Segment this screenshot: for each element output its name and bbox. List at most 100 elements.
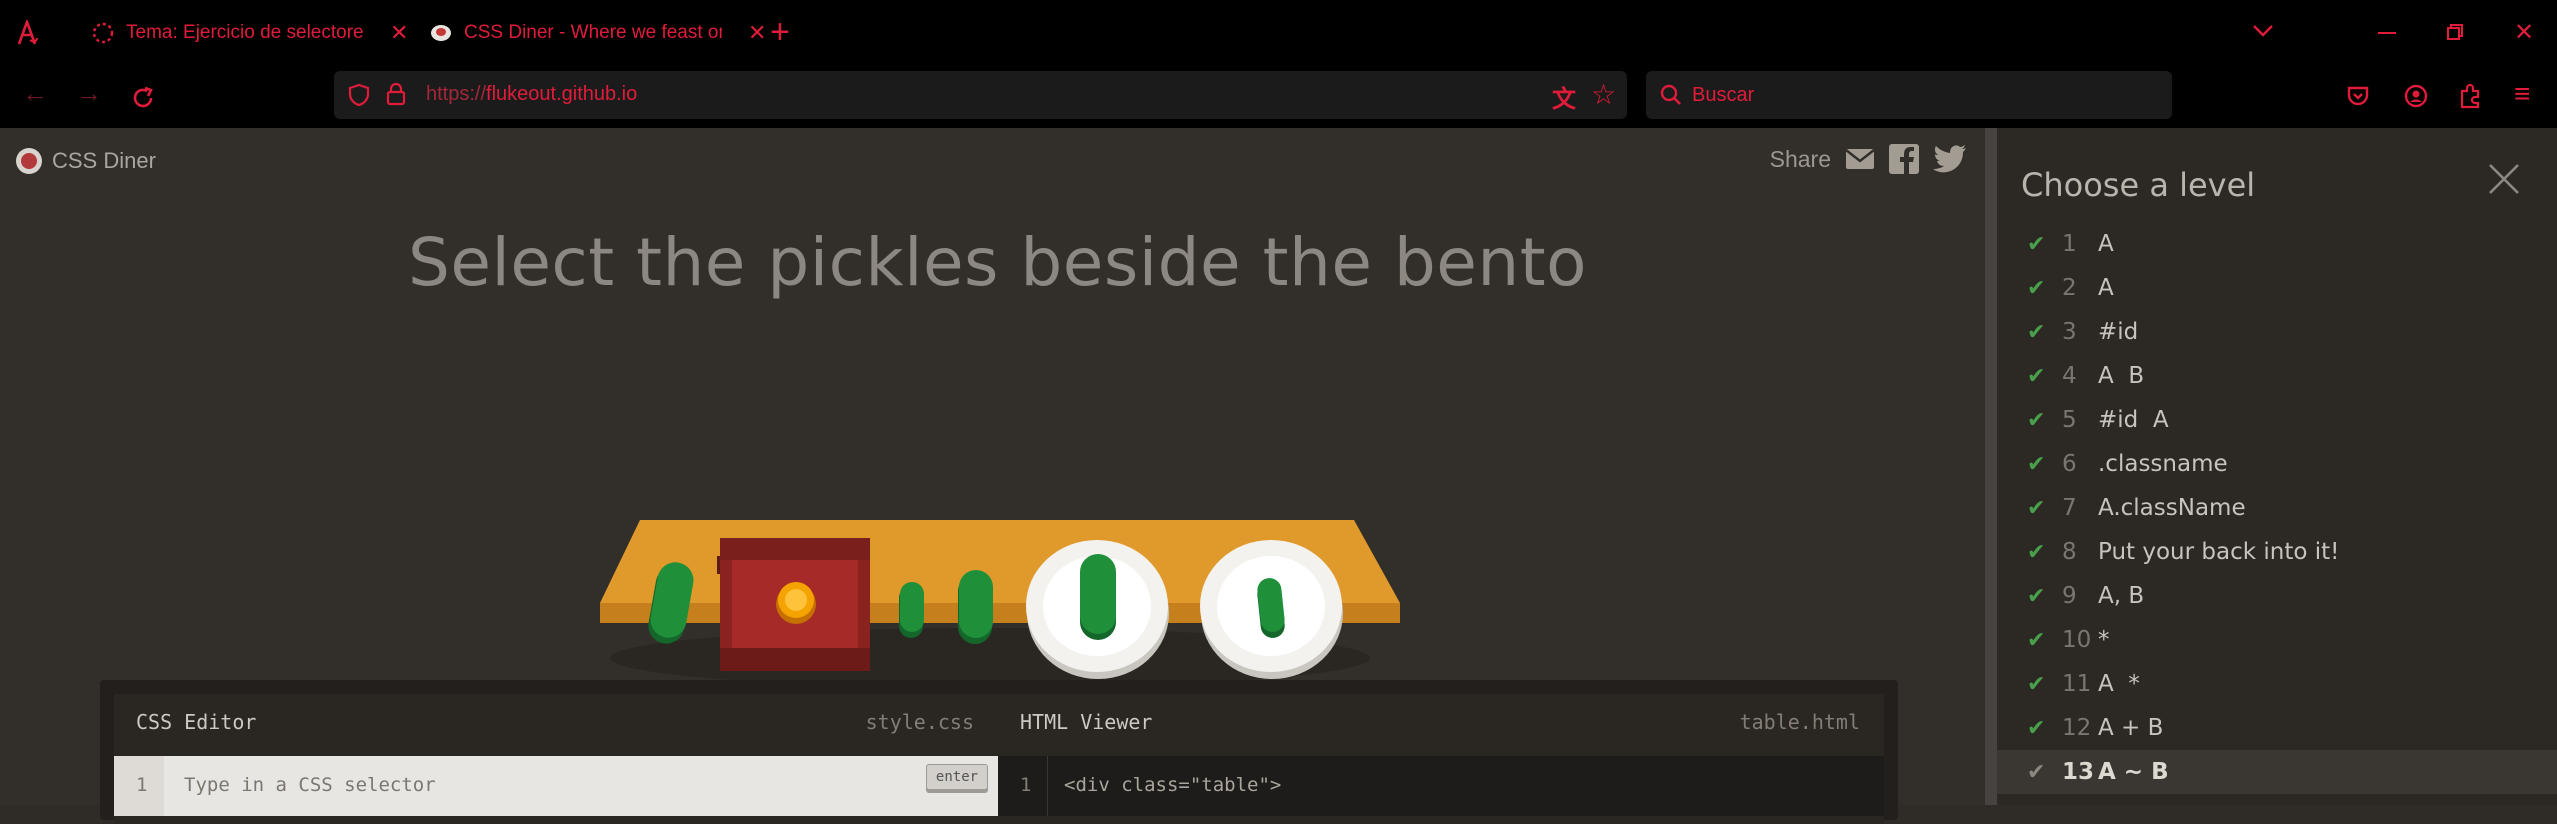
share-label: Share <box>1769 145 1831 172</box>
css-diner-page: CSS Diner Share Select the pickles besid… <box>0 128 1985 824</box>
menu-hamburger-icon[interactable]: ≡ <box>2514 78 2530 110</box>
account-icon[interactable] <box>2404 84 2428 108</box>
url-bar[interactable]: https://flukeout.github.io 文 ☆ <box>334 71 1627 119</box>
extensions-icon[interactable] <box>2458 83 2482 109</box>
level-item-2[interactable]: ✔ 2 A <box>1997 266 2557 310</box>
checkmark-icon: ✔ <box>2027 715 2046 741</box>
checkmark-icon: ✔ <box>2027 319 2046 345</box>
level-name: #id <box>2098 319 2139 345</box>
tab-css-diner[interactable]: CSS Diner - Where we feast on CSS Select… <box>430 12 766 54</box>
level-number: 10 <box>2062 627 2092 653</box>
minimize-window-icon[interactable] <box>2378 32 2396 36</box>
html-viewer-filename: table.html <box>1739 710 1860 734</box>
html-viewer-body: 1 <div class="table"> <box>998 756 1884 816</box>
restore-window-icon[interactable] <box>2446 23 2464 41</box>
sidebar-title: Choose a level <box>2021 166 2256 204</box>
html-code-line[interactable]: <div class="table"> <box>1064 774 1281 796</box>
checkmark-icon: ✔ <box>2027 627 2046 653</box>
css-editor-body: 1 Type in a CSS selector enter <box>114 756 998 816</box>
checkmark-icon: ✔ <box>2027 759 2046 785</box>
level-name: Put your back into it! <box>2098 539 2340 565</box>
level-item-12[interactable]: ✔ 12 A + B <box>1997 706 2557 750</box>
translate-icon[interactable]: 文 <box>1552 79 1576 114</box>
list-all-tabs-chevron-icon[interactable] <box>2252 24 2274 38</box>
level-item-10[interactable]: ✔ 10 * <box>1997 618 2557 662</box>
level-item-1[interactable]: ✔ 1 A <box>1997 222 2557 266</box>
level-item-13[interactable]: ✔ 13 A ~ B <box>1997 750 2557 794</box>
tab-ejercicio-selectores[interactable]: Tema: Ejercicio de selectores de CSS ✕ <box>92 12 408 54</box>
level-name: A * <box>2098 671 2140 697</box>
checkmark-icon: ✔ <box>2027 231 2046 257</box>
loading-spinner-icon <box>92 22 114 44</box>
level-name: .classname <box>2098 451 2228 477</box>
level-name: A + B <box>2098 715 2164 741</box>
pocket-icon[interactable] <box>2346 84 2370 108</box>
line-gutter: 1 <box>998 756 1048 816</box>
reload-icon[interactable] <box>131 86 155 110</box>
checkmark-icon: ✔ <box>2027 583 2046 609</box>
close-tab-icon[interactable]: ✕ <box>390 20 408 46</box>
forward-arrow-icon[interactable]: → <box>76 78 102 109</box>
level-name: #id A <box>2098 407 2169 433</box>
search-bar[interactable]: Buscar <box>1646 71 2172 119</box>
level-name: A <box>2098 275 2114 301</box>
level-item-9[interactable]: ✔ 9 A, B <box>1997 574 2557 618</box>
close-tab-icon[interactable]: ✕ <box>748 20 766 46</box>
url-protocol: https:// <box>426 83 487 105</box>
search-input[interactable]: Buscar <box>1692 84 1754 107</box>
css-diner-favicon-icon <box>431 25 451 41</box>
pickle[interactable] <box>958 570 993 644</box>
level-item-7[interactable]: ✔ 7 A.className <box>1997 486 2557 530</box>
enter-button[interactable]: enter <box>926 764 988 790</box>
twitter-share-icon[interactable] <box>1933 145 1967 173</box>
small-pickle[interactable] <box>899 582 924 638</box>
new-tab-plus-icon[interactable]: + <box>770 12 790 52</box>
bookmark-star-icon[interactable]: ☆ <box>1591 78 1616 111</box>
checkmark-icon: ✔ <box>2027 671 2046 697</box>
css-selector-input[interactable]: Type in a CSS selector <box>184 774 436 796</box>
level-name: A, B <box>2098 583 2145 609</box>
checkmark-icon: ✔ <box>2027 275 2046 301</box>
level-item-11[interactable]: ✔ 11 A * <box>1997 662 2557 706</box>
level-number: 9 <box>2062 583 2077 609</box>
level-number: 7 <box>2062 495 2077 521</box>
tracking-shield-icon[interactable] <box>348 83 370 107</box>
level-number: 11 <box>2062 671 2092 697</box>
browser-nav-bar: ← → https://flukeout.github.io 文 ☆ Busca… <box>0 66 2557 128</box>
close-window-icon[interactable]: ✕ <box>2514 18 2534 47</box>
css-editor-filename: style.css <box>865 710 974 734</box>
checkmark-icon: ✔ <box>2027 451 2046 477</box>
pickle-on-plate[interactable] <box>1080 554 1116 640</box>
url-text[interactable]: https://flukeout.github.io <box>426 83 637 106</box>
level-item-3[interactable]: ✔ 3 #id <box>1997 310 2557 354</box>
search-icon <box>1660 84 1681 105</box>
checkmark-icon: ✔ <box>2027 495 2046 521</box>
site-logo[interactable]: CSS Diner <box>14 146 156 176</box>
level-number: 12 <box>2062 715 2092 741</box>
level-number: 5 <box>2062 407 2077 433</box>
level-number: 3 <box>2062 319 2077 345</box>
back-arrow-icon[interactable]: ← <box>22 78 48 109</box>
checkmark-icon: ✔ <box>2027 539 2046 565</box>
level-item-6[interactable]: ✔ 6 .classname <box>1997 442 2557 486</box>
level-instruction: Select the pickles beside the bento <box>407 224 1587 301</box>
checkmark-icon: ✔ <box>2027 363 2046 389</box>
line-gutter: 1 <box>114 756 164 816</box>
level-item-4[interactable]: ✔ 4 A B <box>1997 354 2557 398</box>
checkmark-icon: ✔ <box>2027 407 2046 433</box>
browser-logo-icon[interactable] <box>16 20 38 46</box>
level-item-5[interactable]: ✔ 5 #id A <box>1997 398 2557 442</box>
lock-icon[interactable] <box>386 82 406 106</box>
close-sidebar-icon[interactable] <box>2487 162 2521 196</box>
level-number: 6 <box>2062 451 2077 477</box>
level-number: 13 <box>2062 759 2095 785</box>
tab-title: Tema: Ejercicio de selectores de CSS <box>126 22 364 43</box>
facebook-share-icon[interactable] <box>1889 144 1919 174</box>
level-item-8[interactable]: ✔ 8 Put your back into it! <box>1997 530 2557 574</box>
email-share-icon[interactable] <box>1845 148 1875 170</box>
url-domain: flukeout.github.io <box>486 83 638 105</box>
level-name: A <box>2098 231 2114 257</box>
sidebar-divider[interactable] <box>1985 128 1997 805</box>
css-editor-title: CSS Editor <box>136 710 257 734</box>
level-sidebar: Choose a level ✔ 1 A ✔ 2 A ✔ 3 #id ✔ 4 A B ✔ 5 #id A ✔ 6… <box>1997 128 2557 805</box>
